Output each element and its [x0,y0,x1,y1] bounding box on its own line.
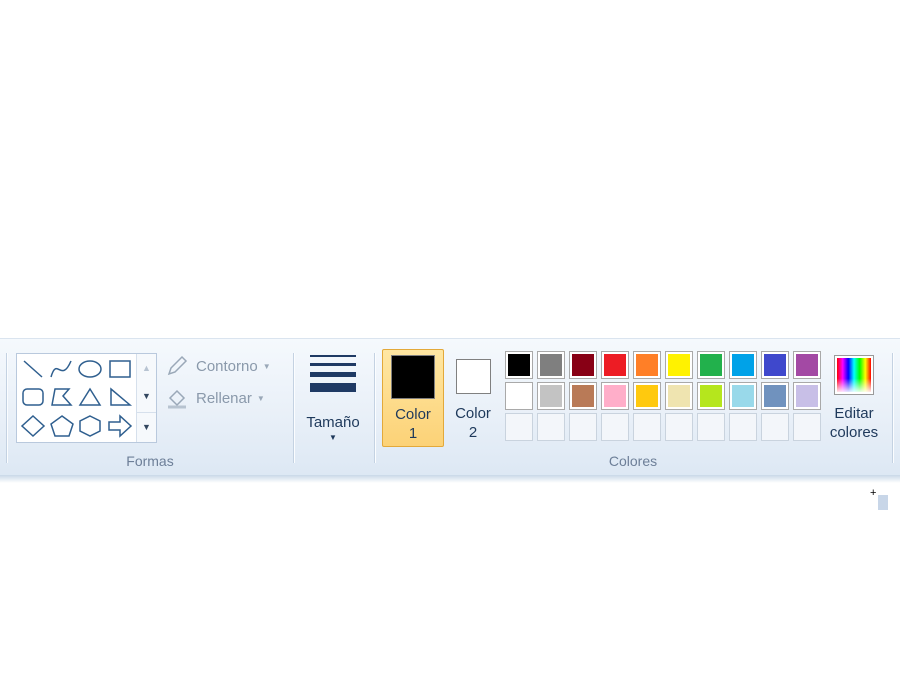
right-triangle-icon[interactable] [107,386,133,408]
palette-empty-swatch[interactable] [761,413,789,441]
palette-empty-swatch[interactable] [569,413,597,441]
palette-color-swatch[interactable] [601,382,629,410]
color2-label-line2: 2 [468,424,478,441]
palette-color-swatch[interactable] [505,351,533,379]
palette-color-swatch[interactable] [793,351,821,379]
canvas-resize-handle[interactable] [878,495,888,510]
color1-label-line1: Color [395,406,431,423]
line-icon[interactable] [21,358,45,380]
palette-color-swatch[interactable] [697,351,725,379]
cursor-icon: + [870,487,877,499]
palette-color-swatch[interactable] [793,382,821,410]
gallery-scrollbar[interactable]: ▲ ▼ ▼ [136,354,156,442]
palette-color-swatch[interactable] [569,351,597,379]
dropdown-arrow-icon: ▼ [262,361,271,371]
hexagon-icon[interactable] [77,414,103,438]
palette-empty-swatch[interactable] [633,413,661,441]
ribbon-home-tab: ▲ ▼ ▼ Contorno ▼ Rellenar ▼ Formas Tamañ… [0,338,900,476]
palette-color-swatch[interactable] [537,382,565,410]
line-width-icon [310,355,356,398]
palette-empty-swatch[interactable] [537,413,565,441]
palette-color-swatch[interactable] [729,351,757,379]
oval-icon[interactable] [77,358,103,380]
color2-swatch [456,359,491,394]
palette-color-swatch[interactable] [505,382,533,410]
polygon-icon[interactable] [49,386,75,408]
separator [6,353,7,463]
palette-color-swatch[interactable] [537,351,565,379]
palette-empty-swatch[interactable] [665,413,693,441]
color2-label-line1: Color [455,405,491,422]
color1-button[interactable]: Color 1 [382,349,444,447]
palette-color-swatch[interactable] [665,382,693,410]
drawing-canvas[interactable] [0,475,900,700]
size-label: Tamaño [306,414,360,431]
palette-empty-swatch[interactable] [601,413,629,441]
rellenar-label: Rellenar [196,389,252,407]
separator [293,353,294,463]
dropdown-arrow-icon: ▼ [329,433,337,442]
curve-icon[interactable] [49,358,73,380]
edit-colors-label-line1: Editar [834,405,874,422]
edit-colors-label-line2: colores [829,424,879,441]
palette-color-swatch[interactable] [665,351,693,379]
palette-empty-swatch[interactable] [729,413,757,441]
color1-swatch [391,355,435,399]
separator [892,353,893,463]
palette-color-swatch[interactable] [729,382,757,410]
right-arrow-icon[interactable] [107,414,133,438]
palette-color-swatch[interactable] [569,382,597,410]
rounded-rectangle-icon[interactable] [20,386,46,408]
scroll-up-icon[interactable]: ▲ [137,354,156,382]
rectangle-icon[interactable] [107,358,133,380]
scroll-down-icon[interactable]: ▼ [137,382,156,410]
rellenar-button[interactable]: Rellenar ▼ [166,387,265,409]
color1-label-line2: 1 [408,425,418,442]
group-label-colores: Colores [608,453,658,469]
separator [374,353,375,463]
shapes-gallery[interactable]: ▲ ▼ ▼ [16,353,157,443]
palette-empty-swatch[interactable] [697,413,725,441]
group-label-formas: Formas [126,453,174,469]
size-button[interactable]: Tamaño ▼ [302,347,364,447]
color-spectrum-icon [834,355,874,395]
canvas-border [0,475,900,483]
pencil-outline-icon [167,355,188,376]
triangle-icon[interactable] [77,386,103,408]
fill-bucket-icon [168,389,186,409]
palette-color-swatch[interactable] [697,382,725,410]
palette-color-swatch[interactable] [761,351,789,379]
dropdown-arrow-icon: ▼ [256,393,265,403]
palette-color-swatch[interactable] [633,382,661,410]
palette-color-swatch[interactable] [601,351,629,379]
palette-empty-swatch[interactable] [793,413,821,441]
palette-empty-swatch[interactable] [505,413,533,441]
pentagon-icon[interactable] [49,414,75,438]
diamond-icon[interactable] [20,414,46,438]
contorno-label: Contorno [196,357,258,375]
contorno-button[interactable]: Contorno ▼ [166,355,271,377]
color2-button[interactable]: Color 2 [445,349,501,445]
palette-color-swatch[interactable] [761,382,789,410]
gallery-expand-icon[interactable]: ▼ [137,412,156,441]
edit-colors-button[interactable]: Editar colores [825,349,883,445]
palette-color-swatch[interactable] [633,351,661,379]
